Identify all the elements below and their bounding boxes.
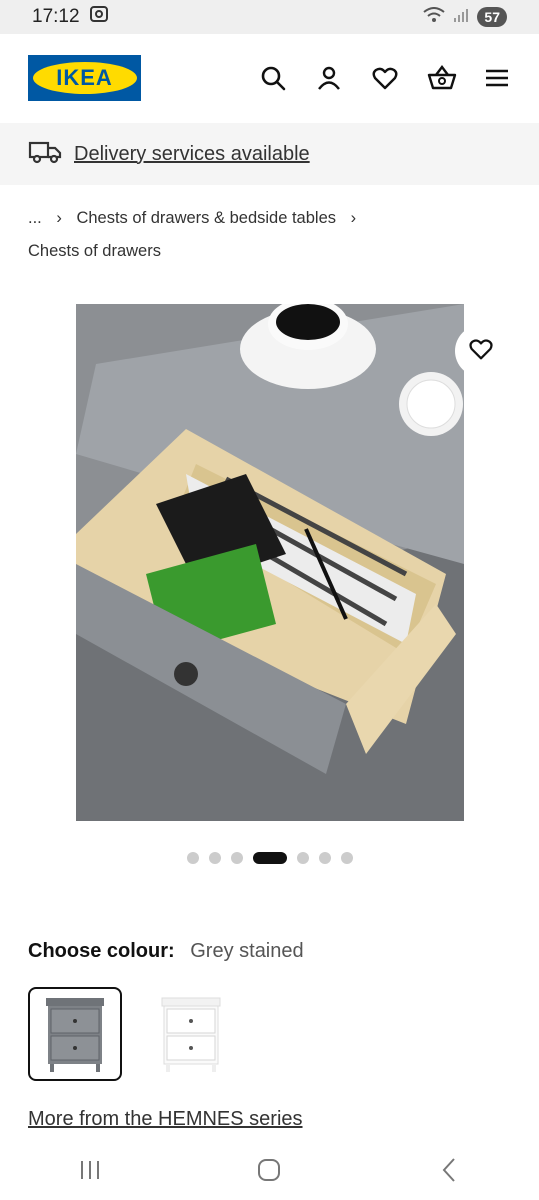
swatch-white[interactable] xyxy=(144,987,238,1081)
colour-value: Grey stained xyxy=(190,940,304,962)
system-nav-bar xyxy=(0,1140,539,1200)
search-icon[interactable] xyxy=(259,64,287,92)
breadcrumb-ellipsis[interactable]: ... xyxy=(28,209,42,227)
delivery-services-link[interactable]: Delivery services available xyxy=(74,143,310,166)
heart-icon xyxy=(468,336,494,367)
carousel-dot[interactable] xyxy=(318,852,331,864)
logo-text: IKEA xyxy=(32,62,137,94)
image-carousel-dots xyxy=(0,852,539,864)
swatch-grey-stained[interactable] xyxy=(28,987,122,1081)
carousel-dot[interactable] xyxy=(340,852,353,864)
battery-indicator: 57 xyxy=(477,7,507,27)
recent-apps-icon[interactable] xyxy=(60,1145,120,1195)
back-icon[interactable] xyxy=(419,1145,479,1195)
colour-swatches xyxy=(28,987,238,1081)
delivery-banner: Delivery services available xyxy=(0,123,539,185)
truck-icon xyxy=(28,139,62,170)
wifi-icon xyxy=(423,6,446,28)
product-image[interactable] xyxy=(76,304,464,821)
menu-icon[interactable] xyxy=(483,64,511,92)
carousel-dot[interactable] xyxy=(186,852,199,864)
colour-chooser: Choose colour: Grey stained xyxy=(28,940,304,963)
basket-icon[interactable] xyxy=(427,64,457,92)
colour-label: Choose colour: xyxy=(28,940,175,962)
breadcrumb-parent[interactable]: Chests of drawers & bedside tables xyxy=(76,209,336,227)
carousel-dot[interactable] xyxy=(230,852,243,864)
chevron-right-icon: › xyxy=(56,209,62,227)
ikea-logo[interactable]: IKEA xyxy=(28,55,141,101)
status-time: 17:12 xyxy=(32,6,80,27)
breadcrumb-current[interactable]: Chests of drawers xyxy=(28,242,161,260)
status-bar: 17:12 57 xyxy=(0,0,539,34)
carousel-dot[interactable] xyxy=(208,852,221,864)
carousel-dot[interactable] xyxy=(296,852,309,864)
hemnes-series-link[interactable]: More from the HEMNES series xyxy=(28,1108,303,1131)
breadcrumb: ... › Chests of drawers & bedside tables… xyxy=(28,202,518,268)
heart-icon[interactable] xyxy=(371,64,399,92)
chevron-right-icon: › xyxy=(350,209,357,227)
carousel-dot[interactable] xyxy=(252,852,287,864)
home-icon[interactable] xyxy=(239,1145,299,1195)
site-header: IKEA xyxy=(0,34,539,122)
screenshot-icon xyxy=(89,6,108,28)
account-icon[interactable] xyxy=(315,64,343,92)
signal-icon xyxy=(453,7,469,28)
add-to-favourites-button[interactable] xyxy=(455,325,507,377)
